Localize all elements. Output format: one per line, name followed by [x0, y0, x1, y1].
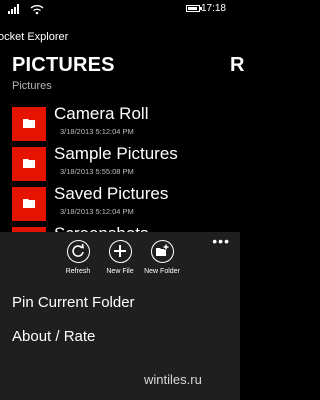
- app-bar-ellipsis-button[interactable]: •••: [212, 234, 230, 248]
- wifi-icon: [30, 5, 44, 15]
- watermark: wintiles.ru: [144, 372, 202, 387]
- folder-date: 3/18/2013 5:55:08 PM: [60, 167, 134, 176]
- folder-icon: [23, 119, 35, 128]
- folder-name: Sample Pictures: [54, 144, 178, 163]
- battery-icon: [186, 5, 202, 12]
- menu-item-about-rate[interactable]: About / Rate: [12, 328, 95, 345]
- new-folder-icon: [155, 244, 169, 256]
- folder-tile: [12, 107, 46, 141]
- battery-fill: [188, 7, 197, 10]
- refresh-icon: [71, 243, 84, 257]
- status-time: 17:18: [200, 3, 226, 14]
- pivot-header-pictures[interactable]: PICTURES: [12, 54, 115, 77]
- breadcrumb: Pictures: [12, 80, 52, 92]
- status-bar: 17:18: [0, 0, 240, 18]
- plus-icon: [113, 245, 126, 257]
- list-item-folder[interactable]: Camera Roll 3/18/2013 5:12:04 PM: [12, 104, 240, 141]
- folder-icon: [23, 159, 35, 168]
- folder-date: 3/18/2013 5:12:04 PM: [60, 207, 134, 216]
- new-folder-label: New Folder: [144, 268, 180, 275]
- folder-tile: [12, 147, 46, 181]
- list-item-folder[interactable]: Saved Pictures 3/18/2013 5:12:04 PM: [12, 184, 240, 221]
- list-item-folder[interactable]: Sample Pictures 3/18/2013 5:55:08 PM: [12, 144, 240, 181]
- folder-icon: [23, 199, 35, 208]
- app-bar: ••• Refresh New File New Folder Pin Curr…: [0, 232, 240, 400]
- app-title: ocket Explorer: [0, 31, 69, 43]
- folder-date: 3/18/2013 5:12:04 PM: [60, 127, 134, 136]
- new-folder-button[interactable]: New Folder: [137, 240, 187, 275]
- pivot-header-next[interactable]: R: [230, 54, 244, 77]
- signal-strength-icon: [8, 4, 22, 14]
- folder-tile: [12, 187, 46, 221]
- folder-name: Camera Roll: [54, 104, 149, 123]
- folder-name: Saved Pictures: [54, 184, 169, 203]
- menu-item-pin-current-folder[interactable]: Pin Current Folder: [12, 294, 135, 311]
